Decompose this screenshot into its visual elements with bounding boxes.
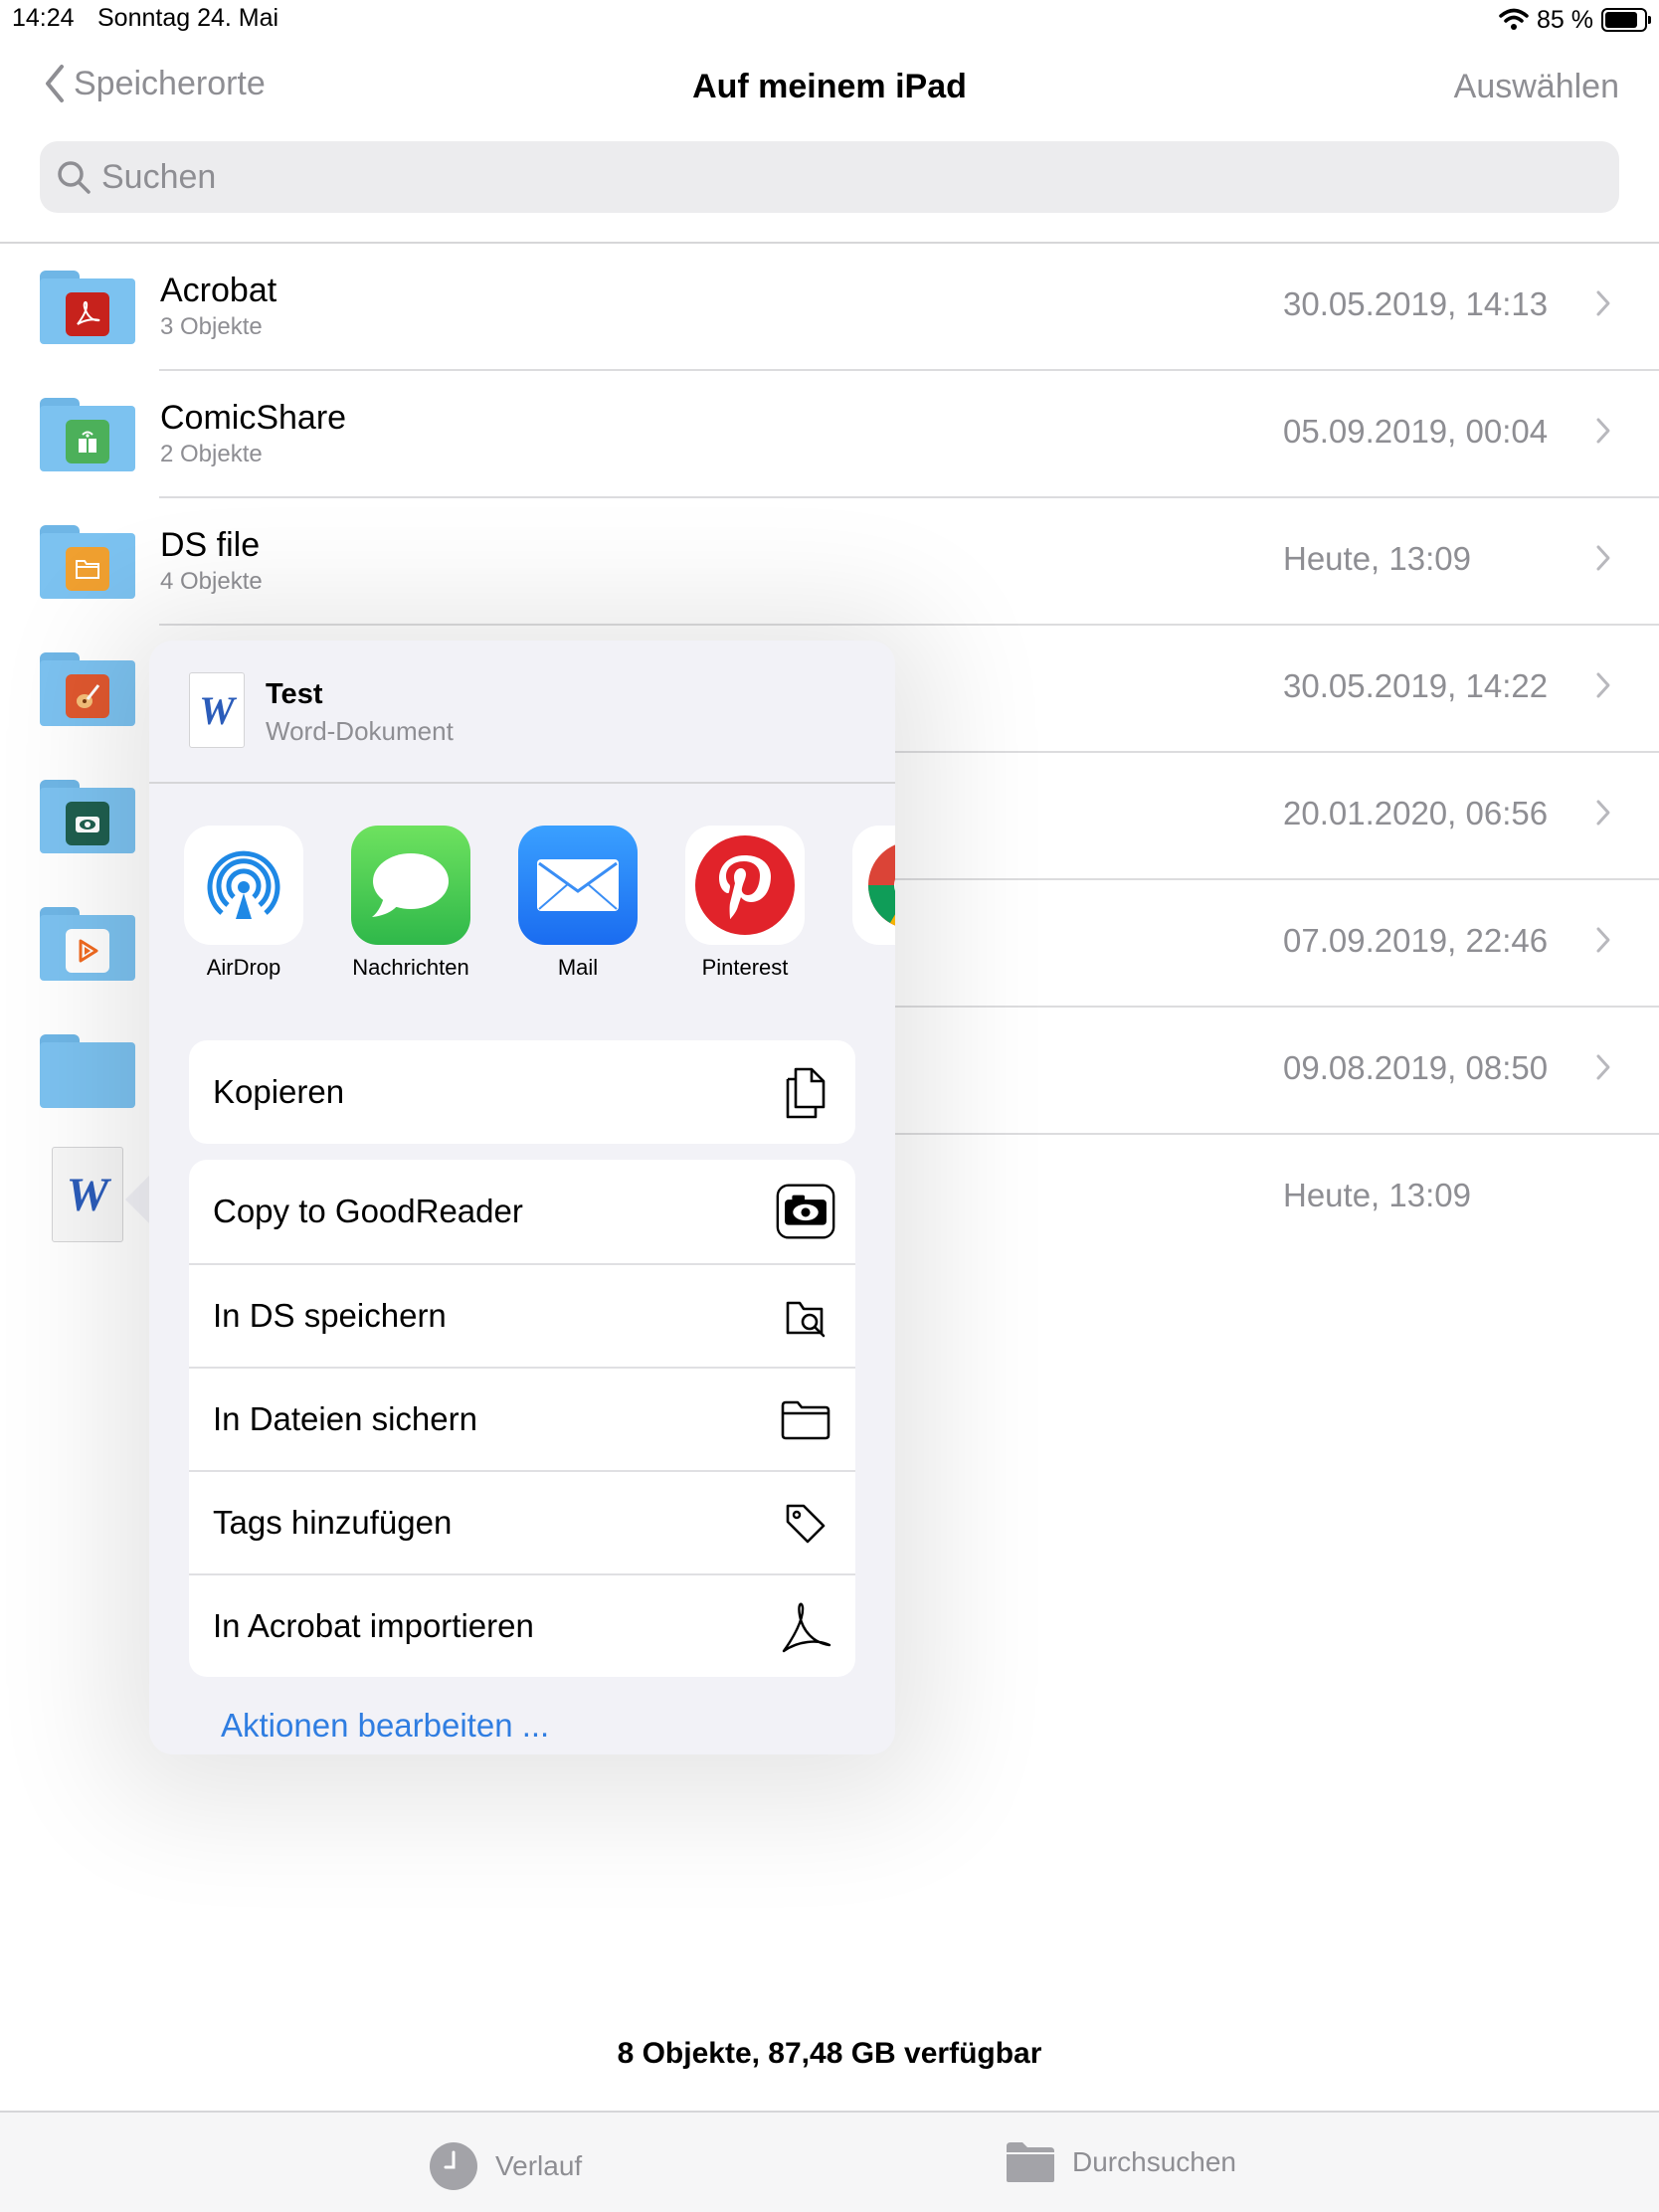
- list-item[interactable]: DS file 4 Objekte Heute, 13:09: [0, 498, 1659, 626]
- action-label: Copy to GoodReader: [213, 1193, 523, 1229]
- goodreader-folder-icon: [40, 780, 135, 853]
- chevron-right-icon: [1596, 545, 1610, 571]
- file-name: DS file: [160, 526, 261, 564]
- file-date: 30.05.2019, 14:22: [1283, 667, 1549, 704]
- share-app-messages[interactable]: Nachrichten: [336, 826, 485, 981]
- acrobat-icon: [776, 1597, 835, 1657]
- tab-bar: Verlauf Durchsuchen: [0, 2111, 1659, 2212]
- file-meta: 4 Objekte: [160, 568, 263, 595]
- folder-icon: [776, 1390, 835, 1450]
- wifi-icon: [1499, 8, 1529, 30]
- action-group-primary: Kopieren: [189, 1040, 855, 1144]
- chevron-right-icon: [1596, 927, 1610, 953]
- file-date: Heute, 13:09: [1283, 540, 1471, 577]
- airdrop-icon: [184, 826, 303, 945]
- search-icon: [58, 161, 91, 194]
- share-app-label: Ch: [837, 955, 895, 981]
- popover-arrow: [125, 1174, 151, 1225]
- share-app-label: Mail: [557, 955, 599, 980]
- garageband-folder-icon: [40, 652, 135, 726]
- tab-recents-label: Verlauf: [495, 2150, 583, 2181]
- file-meta: 3 Objekte: [160, 313, 263, 340]
- share-doc-title: Test: [266, 678, 323, 710]
- action-add-tags[interactable]: Tags hinzufügen: [189, 1470, 855, 1573]
- nav-bar: Speicherorte Auf meinem iPad Auswählen: [0, 50, 1659, 129]
- page-title: Auf meinem iPad: [692, 68, 967, 105]
- ds-file-folder-icon: [40, 525, 135, 599]
- action-copy-to-goodreader[interactable]: Copy to GoodReader: [189, 1160, 855, 1263]
- battery-icon: [1601, 8, 1651, 32]
- acrobat-folder-icon: [40, 271, 135, 344]
- file-date: 09.08.2019, 08:50: [1283, 1049, 1549, 1086]
- action-label: In DS speichern: [213, 1297, 447, 1334]
- share-app-label: AirDrop: [206, 955, 281, 980]
- share-sheet: W Test Word-Dokument AirDrop Nachrichten…: [149, 641, 895, 1754]
- tab-browse[interactable]: Durchsuchen: [1005, 2140, 1236, 2184]
- chrome-icon: [852, 826, 895, 945]
- comicshare-folder-icon: [40, 398, 135, 471]
- pinterest-icon: [685, 826, 805, 945]
- share-apps-row: AirDrop Nachrichten Mail Pinterest: [184, 826, 895, 980]
- action-save-to-ds[interactable]: In DS speichern: [189, 1263, 855, 1367]
- share-app-mail[interactable]: Mail: [503, 826, 652, 981]
- edit-actions-link[interactable]: Aktionen bearbeiten ...: [221, 1707, 549, 1745]
- action-group-secondary: Copy to GoodReader In DS speichern In Da…: [189, 1160, 855, 1677]
- mail-icon: [518, 826, 638, 945]
- list-item[interactable]: Acrobat 3 Objekte 30.05.2019, 14:13: [0, 244, 1659, 371]
- status-right: 85 %: [1499, 4, 1651, 36]
- action-label: Kopieren: [213, 1073, 345, 1110]
- file-date: 30.05.2019, 14:13: [1283, 285, 1549, 322]
- tag-icon: [776, 1494, 835, 1554]
- tab-browse-label: Durchsuchen: [1072, 2146, 1236, 2177]
- status-bar: 14:24 Sonntag 24. Mai 85 %: [0, 0, 1659, 42]
- chevron-right-icon: [1596, 1054, 1610, 1080]
- share-doc-subtitle: Word-Dokument: [266, 716, 454, 746]
- chevron-right-icon: [1596, 418, 1610, 444]
- action-label: In Dateien sichern: [213, 1400, 477, 1437]
- messages-icon: [351, 826, 470, 945]
- select-button[interactable]: Auswählen: [1454, 68, 1619, 106]
- word-document-icon: W: [52, 1147, 123, 1242]
- goodreader-icon: [776, 1182, 835, 1241]
- action-save-to-files[interactable]: In Dateien sichern: [189, 1367, 855, 1470]
- share-sheet-header: W Test Word-Dokument: [149, 641, 895, 784]
- folder-icon: [40, 1034, 135, 1108]
- battery-percent: 85 %: [1537, 5, 1593, 34]
- share-app-chrome[interactable]: Ch: [837, 826, 895, 981]
- chevron-right-icon: [1596, 290, 1610, 316]
- action-label: In Acrobat importieren: [213, 1607, 534, 1644]
- file-meta: 2 Objekte: [160, 441, 263, 467]
- word-document-icon: W: [189, 672, 245, 748]
- action-import-to-acrobat[interactable]: In Acrobat importieren: [189, 1573, 855, 1677]
- file-date: 07.09.2019, 22:46: [1283, 922, 1549, 959]
- clock-icon: [430, 2142, 477, 2190]
- share-app-label: Nachrichten: [352, 955, 469, 980]
- tab-recents[interactable]: Verlauf: [428, 2140, 582, 2192]
- file-date: 05.09.2019, 00:04: [1283, 413, 1549, 450]
- file-date: 20.01.2020, 06:56: [1283, 795, 1549, 831]
- action-copy[interactable]: Kopieren: [189, 1040, 855, 1144]
- file-name: ComicShare: [160, 399, 347, 437]
- search-input[interactable]: [101, 157, 1494, 197]
- folder-icon: [1007, 2142, 1054, 2182]
- ds-save-icon: [776, 1287, 835, 1347]
- status-time: 14:24: [12, 4, 75, 32]
- chevron-right-icon: [1596, 672, 1610, 698]
- file-name: Acrobat: [160, 272, 277, 309]
- chevron-right-icon: [1596, 800, 1610, 826]
- share-app-label: Pinterest: [701, 955, 789, 980]
- infuse-folder-icon: [40, 907, 135, 981]
- list-item[interactable]: ComicShare 2 Objekte 05.09.2019, 00:04: [0, 371, 1659, 498]
- copy-icon: [776, 1062, 835, 1122]
- action-label: Tags hinzufügen: [213, 1504, 453, 1541]
- share-app-pinterest[interactable]: Pinterest: [670, 826, 820, 981]
- search-bar[interactable]: [40, 141, 1619, 213]
- file-date: Heute, 13:09: [1283, 1177, 1471, 1213]
- item-count-label: 8 Objekte, 87,48 GB verfügbar: [617, 2037, 1042, 2070]
- share-app-airdrop[interactable]: AirDrop: [169, 826, 318, 981]
- status-date: Sonntag 24. Mai: [97, 4, 279, 32]
